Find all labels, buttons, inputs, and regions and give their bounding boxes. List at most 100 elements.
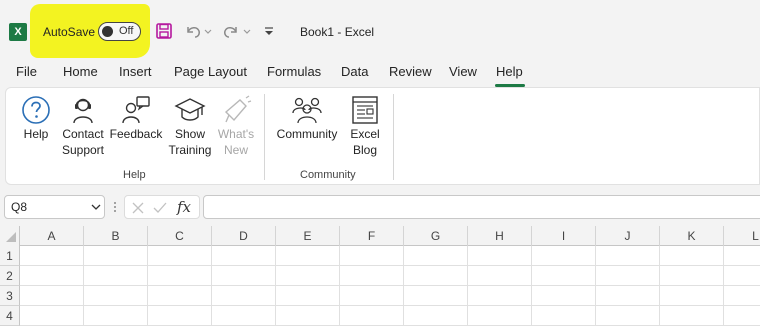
column-header-g[interactable]: G xyxy=(404,226,468,246)
cell-h4[interactable] xyxy=(468,306,532,326)
tab-data[interactable]: Data xyxy=(341,64,368,79)
excel-blog-button[interactable]: Excel Blog xyxy=(346,94,384,158)
people-icon xyxy=(292,97,322,124)
tab-formulas[interactable]: Formulas xyxy=(267,64,321,79)
column-header-l[interactable]: L xyxy=(724,226,760,246)
cell-k3[interactable] xyxy=(660,286,724,306)
cell-e3[interactable] xyxy=(276,286,340,306)
tab-page-layout[interactable]: Page Layout xyxy=(174,64,247,79)
cell-g3[interactable] xyxy=(404,286,468,306)
formula-input[interactable] xyxy=(203,195,760,219)
cell-a1[interactable] xyxy=(20,246,84,266)
tab-home[interactable]: Home xyxy=(63,64,98,79)
show-training-label-1: Show xyxy=(174,127,206,141)
column-header-f[interactable]: F xyxy=(340,226,404,246)
redo-icon[interactable] xyxy=(222,22,240,40)
cell-b4[interactable] xyxy=(84,306,148,326)
cell-j4[interactable] xyxy=(596,306,660,326)
row-header-3[interactable]: 3 xyxy=(0,286,20,306)
row-header-4[interactable]: 4 xyxy=(0,306,20,326)
column-header-i[interactable]: I xyxy=(532,226,596,246)
cell-f3[interactable] xyxy=(340,286,404,306)
help-button[interactable]: Help xyxy=(18,94,54,142)
column-header-j[interactable]: J xyxy=(596,226,660,246)
column-header-h[interactable]: H xyxy=(468,226,532,246)
column-header-a[interactable]: A xyxy=(20,226,84,246)
cell-d4[interactable] xyxy=(212,306,276,326)
contact-support-button[interactable]: Contact Support xyxy=(58,94,108,158)
cell-f4[interactable] xyxy=(340,306,404,326)
cell-g1[interactable] xyxy=(404,246,468,266)
cell-a2[interactable] xyxy=(20,266,84,286)
cell-e1[interactable] xyxy=(276,246,340,266)
cell-b1[interactable] xyxy=(84,246,148,266)
column-header-e[interactable]: E xyxy=(276,226,340,246)
cell-e2[interactable] xyxy=(276,266,340,286)
community-button[interactable]: Community xyxy=(272,94,342,142)
formula-bar-resize-handle[interactable] xyxy=(113,200,117,214)
cell-f2[interactable] xyxy=(340,266,404,286)
undo-dropdown-chevron-icon[interactable] xyxy=(203,22,213,40)
cell-j1[interactable] xyxy=(596,246,660,266)
cell-d1[interactable] xyxy=(212,246,276,266)
save-icon[interactable] xyxy=(155,22,173,40)
cell-a3[interactable] xyxy=(20,286,84,306)
whats-new-button[interactable]: What's New xyxy=(214,94,258,158)
cell-j2[interactable] xyxy=(596,266,660,286)
feedback-button[interactable]: Feedback xyxy=(109,94,163,142)
cell-l1[interactable] xyxy=(724,246,760,266)
tab-help[interactable]: Help xyxy=(496,64,523,79)
row-header-2[interactable]: 2 xyxy=(0,266,20,286)
cell-e4[interactable] xyxy=(276,306,340,326)
cell-k4[interactable] xyxy=(660,306,724,326)
row-header-1[interactable]: 1 xyxy=(0,246,20,266)
whats-new-label-1: What's xyxy=(217,127,255,141)
cell-b3[interactable] xyxy=(84,286,148,306)
feedback-label: Feedback xyxy=(109,127,163,141)
cell-b2[interactable] xyxy=(84,266,148,286)
cell-d3[interactable] xyxy=(212,286,276,306)
cell-a4[interactable] xyxy=(20,306,84,326)
insert-function-button[interactable]: fx xyxy=(177,198,191,216)
cell-g4[interactable] xyxy=(404,306,468,326)
column-header-d[interactable]: D xyxy=(212,226,276,246)
cell-l3[interactable] xyxy=(724,286,760,306)
column-header-k[interactable]: K xyxy=(660,226,724,246)
cell-i1[interactable] xyxy=(532,246,596,266)
tab-insert[interactable]: Insert xyxy=(119,64,152,79)
column-header-b[interactable]: B xyxy=(84,226,148,246)
cell-c1[interactable] xyxy=(148,246,212,266)
cancel-icon[interactable] xyxy=(131,201,145,215)
cell-k2[interactable] xyxy=(660,266,724,286)
tab-view[interactable]: View xyxy=(449,64,477,79)
select-all-corner[interactable] xyxy=(0,226,20,246)
cell-g2[interactable] xyxy=(404,266,468,286)
undo-icon[interactable] xyxy=(184,22,202,40)
customize-toolbar-icon[interactable] xyxy=(263,22,275,40)
cell-h1[interactable] xyxy=(468,246,532,266)
redo-dropdown-chevron-icon[interactable] xyxy=(242,22,252,40)
cell-c4[interactable] xyxy=(148,306,212,326)
chevron-down-icon[interactable] xyxy=(90,201,102,213)
cell-i3[interactable] xyxy=(532,286,596,306)
cell-h2[interactable] xyxy=(468,266,532,286)
cell-d2[interactable] xyxy=(212,266,276,286)
enter-check-icon[interactable] xyxy=(153,201,167,215)
cell-h3[interactable] xyxy=(468,286,532,306)
autosave-label: AutoSave xyxy=(43,25,96,39)
cell-k1[interactable] xyxy=(660,246,724,266)
column-header-c[interactable]: C xyxy=(148,226,212,246)
name-box[interactable]: Q8 xyxy=(4,195,105,219)
tab-review[interactable]: Review xyxy=(389,64,432,79)
cell-i2[interactable] xyxy=(532,266,596,286)
autosave-toggle[interactable]: Off xyxy=(98,22,141,41)
show-training-button[interactable]: Show Training xyxy=(166,94,214,158)
cell-c2[interactable] xyxy=(148,266,212,286)
cell-c3[interactable] xyxy=(148,286,212,306)
cell-l4[interactable] xyxy=(724,306,760,326)
cell-j3[interactable] xyxy=(596,286,660,306)
cell-l2[interactable] xyxy=(724,266,760,286)
cell-f1[interactable] xyxy=(340,246,404,266)
cell-i4[interactable] xyxy=(532,306,596,326)
tab-file[interactable]: File xyxy=(16,64,37,79)
